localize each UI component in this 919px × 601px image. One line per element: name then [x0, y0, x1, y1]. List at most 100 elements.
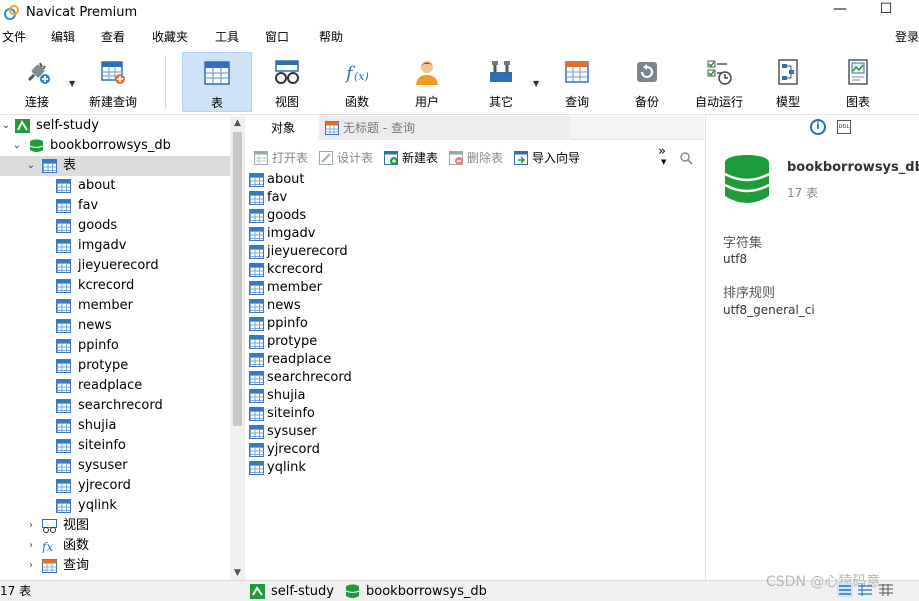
- maximize-button[interactable]: ☐: [868, 0, 904, 22]
- tree-table-item[interactable]: jieyuerecord: [0, 256, 230, 276]
- tree-table-item[interactable]: shujia: [0, 416, 230, 436]
- expand-icon[interactable]: ›: [25, 556, 37, 576]
- tools-icon: [490, 61, 512, 82]
- ddl-icon[interactable]: DDL: [837, 120, 851, 134]
- tree-scrollbar[interactable]: ▲ ▼: [230, 116, 245, 580]
- collapse-icon[interactable]: ⌄: [25, 156, 37, 176]
- menu-file[interactable]: 文件: [2, 26, 26, 48]
- more-actions-icon[interactable]: »: [658, 145, 666, 159]
- tree-table-item[interactable]: readplace: [0, 376, 230, 396]
- connection-icon: [250, 584, 265, 599]
- toolbar-connect-button[interactable]: 连接: [8, 52, 66, 112]
- toolbar-schedule-button[interactable]: 自动运行: [690, 52, 748, 112]
- toolbar-query-label: 查询: [564, 95, 589, 109]
- toolbar-function-button[interactable]: f (x) 函数: [328, 52, 386, 112]
- db-name: bookborrowsys_db: [787, 160, 919, 175]
- new-query-icon: [101, 61, 125, 84]
- database-icon: [724, 155, 770, 203]
- plug-icon: [27, 62, 50, 84]
- table-icon: [249, 317, 264, 331]
- menu-favorites[interactable]: 收藏夹: [152, 26, 188, 48]
- delete-table-icon: [449, 151, 463, 165]
- tree-table-item[interactable]: siteinfo: [0, 436, 230, 456]
- tree-tables-folder[interactable]: ⌄ 表: [0, 156, 230, 176]
- info-icon[interactable]: i: [810, 119, 826, 135]
- menu-edit[interactable]: 编辑: [51, 26, 75, 48]
- tables-folder-icon: [42, 159, 57, 173]
- object-label: readplace: [267, 352, 332, 367]
- other-dropdown-icon[interactable]: ▼: [533, 79, 539, 88]
- tree-table-item[interactable]: ppinfo: [0, 336, 230, 356]
- menu-view[interactable]: 查看: [101, 26, 125, 48]
- object-label: yjrecord: [267, 442, 320, 457]
- toolbar-table-button[interactable]: 表: [182, 52, 252, 112]
- tree-table-item[interactable]: member: [0, 296, 230, 316]
- scroll-up-icon[interactable]: ▲: [230, 116, 245, 130]
- tree-table-item[interactable]: sysuser: [0, 456, 230, 476]
- tab-untitled-query[interactable]: 无标题 - 查询: [320, 116, 570, 140]
- login-link[interactable]: 登录: [895, 26, 919, 48]
- collapse-icon[interactable]: ⌄: [0, 116, 12, 136]
- tree-table-item[interactable]: fav: [0, 196, 230, 216]
- minimize-button[interactable]: —: [822, 0, 858, 22]
- tree-table-item[interactable]: searchrecord: [0, 396, 230, 416]
- scroll-down-icon[interactable]: ▼: [230, 566, 245, 580]
- toolbar-new-query-button[interactable]: 新建查询: [84, 52, 142, 112]
- table-icon: [56, 499, 71, 513]
- connect-dropdown-icon[interactable]: ▼: [69, 79, 75, 88]
- collapse-icon[interactable]: ⌄: [11, 136, 23, 156]
- more-dropdown-icon[interactable]: ▼: [661, 158, 666, 166]
- toolbar-user-button[interactable]: 用户: [398, 52, 456, 112]
- tree-views-folder[interactable]: › 视图: [0, 516, 230, 536]
- toolbar-other-label: 其它: [488, 95, 513, 109]
- view-icon: [275, 60, 299, 84]
- toolbar-backup-button[interactable]: 备份: [618, 52, 676, 112]
- design-table-label: 设计表: [337, 151, 374, 165]
- tree-queries-folder[interactable]: › 查询: [0, 556, 230, 576]
- table-icon: [249, 299, 264, 313]
- table-icon: [56, 419, 71, 433]
- list-view-icon[interactable]: [837, 583, 853, 597]
- table-icon: [249, 191, 264, 205]
- expand-icon[interactable]: ›: [25, 516, 37, 536]
- tree-table-item[interactable]: imgadv: [0, 236, 230, 256]
- view-folder-icon: [42, 519, 57, 533]
- menu-window[interactable]: 窗口: [265, 26, 289, 48]
- database-icon: [29, 139, 44, 152]
- tree-scrollbar-thumb[interactable]: [233, 132, 242, 426]
- table-icon: [249, 443, 264, 457]
- tree-functions-folder[interactable]: › fx 函数: [0, 536, 230, 556]
- tree-connection[interactable]: ⌄ self-study: [0, 116, 230, 136]
- object-toolbar: 打开表 设计表 新建表 删除表 导入向导 » ▼: [248, 145, 704, 170]
- query-tab-icon: [325, 121, 339, 135]
- grid-view-icon[interactable]: [878, 583, 894, 597]
- table-icon: [56, 399, 71, 413]
- object-list: about fav goods imgadv jieyuerecord kcrecord m…: [248, 171, 704, 579]
- tree-table-item[interactable]: kcrecord: [0, 276, 230, 296]
- tree-table-item[interactable]: news: [0, 316, 230, 336]
- tree-table-item[interactable]: protype: [0, 356, 230, 376]
- tree-table-item[interactable]: yqlink: [0, 496, 230, 516]
- tree-table-item[interactable]: about: [0, 176, 230, 196]
- menu-help[interactable]: 帮助: [319, 26, 343, 48]
- menu-tools[interactable]: 工具: [215, 26, 239, 48]
- toolbar-view-button[interactable]: 视图: [258, 52, 316, 112]
- toolbar-query-button[interactable]: 查询: [548, 52, 606, 112]
- table-icon: [56, 199, 71, 213]
- toolbar-chart-button[interactable]: 图表: [829, 52, 887, 112]
- tree-database[interactable]: ⌄ bookborrowsys_db: [0, 136, 230, 156]
- object-label: fav: [267, 190, 288, 205]
- schedule-icon: [707, 60, 732, 85]
- tree-table-item[interactable]: goods: [0, 216, 230, 236]
- toolbar-other-button[interactable]: 其它: [472, 52, 530, 112]
- tab-objects[interactable]: 对象: [248, 116, 318, 140]
- toolbar-chart-label: 图表: [845, 95, 870, 109]
- table-icon: [249, 461, 264, 475]
- tree-table-item[interactable]: yjrecord: [0, 476, 230, 496]
- detail-view-icon[interactable]: [857, 583, 873, 597]
- search-icon[interactable]: [679, 151, 693, 165]
- functions-folder-label: 函数: [63, 538, 90, 553]
- toolbar-model-button[interactable]: 模型: [759, 52, 817, 112]
- expand-icon[interactable]: ›: [25, 536, 37, 556]
- main-toolbar: 连接 ▼ 新建查询 表 视图 f (x) 函数 用户 其它 ▼ 查询 备份 自动…: [0, 49, 919, 115]
